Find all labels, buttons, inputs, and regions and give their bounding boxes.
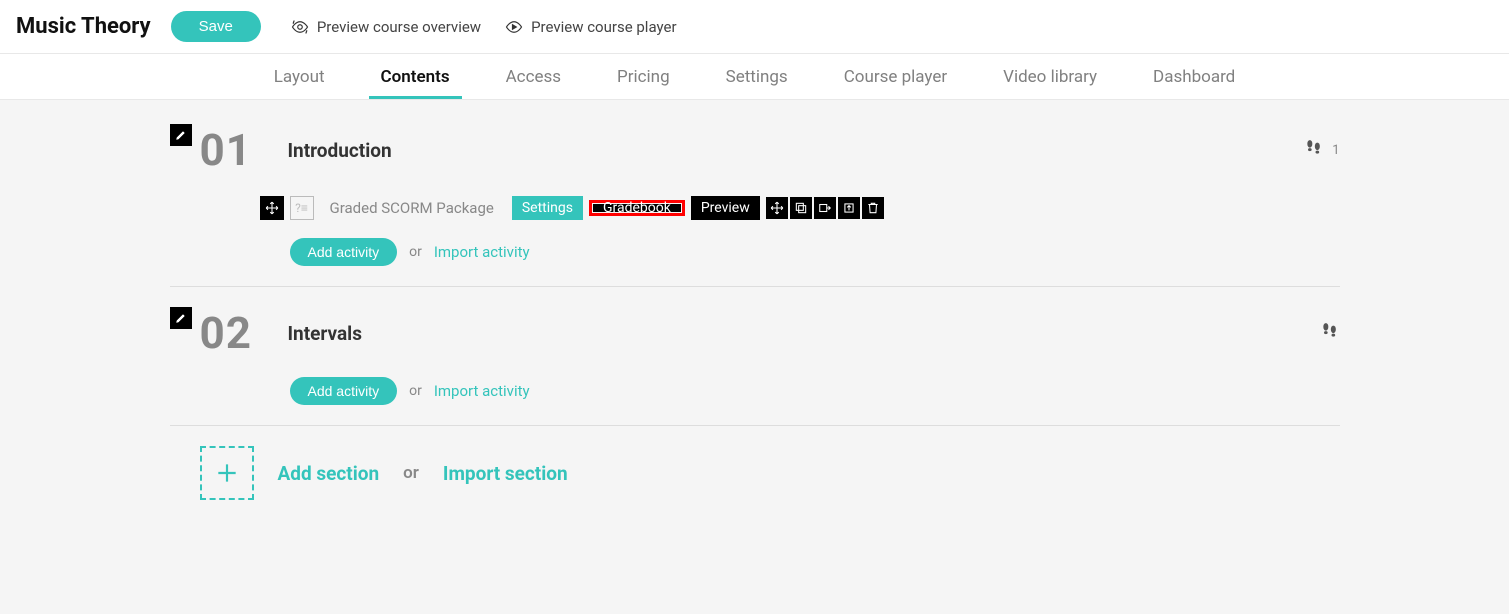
section-02: 02 Intervals Add activity or Import acti… (170, 307, 1340, 426)
course-title: Music Theory (16, 14, 151, 39)
tab-contents[interactable]: Contents (381, 54, 450, 99)
activity-move-button[interactable] (766, 197, 788, 219)
add-activity-button[interactable]: Add activity (290, 377, 398, 405)
activity-icon-buttons (766, 197, 884, 219)
activity-title: Graded SCORM Package (330, 199, 494, 217)
activity-export-button[interactable] (838, 197, 860, 219)
section-title: Intervals (288, 322, 362, 345)
section-title: Introduction (288, 139, 392, 162)
section-meta (1320, 321, 1340, 346)
duplicate-icon (794, 201, 808, 215)
import-activity-link[interactable]: Import activity (434, 243, 530, 261)
preview-overview-icon (291, 18, 309, 36)
preview-course-overview-link[interactable]: Preview course overview (291, 18, 481, 36)
activity-duplicate-button[interactable] (790, 197, 812, 219)
move-icon (265, 201, 279, 215)
or-label: or (409, 383, 422, 399)
section-header: 01 Introduction 1 (170, 124, 1340, 176)
trash-icon (866, 201, 880, 215)
add-section-row: Add section or Import section (200, 446, 1340, 500)
add-section-icon-button[interactable] (200, 446, 254, 500)
copy-to-icon (818, 201, 832, 215)
tab-settings[interactable]: Settings (726, 54, 788, 99)
add-section-link[interactable]: Add section (278, 462, 380, 485)
plus-icon (214, 460, 240, 486)
or-label: or (409, 244, 422, 260)
preview-player-label: Preview course player (531, 18, 676, 36)
preview-overview-label: Preview course overview (317, 18, 481, 36)
tab-access[interactable]: Access (506, 54, 561, 99)
section-number: 01 (200, 124, 270, 176)
section-header: 02 Intervals (170, 307, 1340, 359)
topbar: Music Theory Save Preview course overvie… (0, 0, 1509, 54)
section-01: 01 Introduction 1 ?≡ Graded SCORM Packag… (170, 124, 1340, 287)
import-activity-link[interactable]: Import activity (434, 382, 530, 400)
activity-delete-button[interactable] (862, 197, 884, 219)
preview-course-player-link[interactable]: Preview course player (505, 18, 676, 36)
export-icon (842, 201, 856, 215)
quiz-type-icon: ?≡ (290, 196, 314, 220)
activity-settings-button[interactable]: Settings (512, 196, 583, 220)
pencil-icon (175, 312, 187, 324)
steps-count: 1 (1332, 143, 1339, 158)
footprints-icon (1304, 138, 1324, 163)
edit-section-button[interactable] (170, 124, 192, 146)
move-activity-button[interactable] (260, 196, 284, 220)
activity-copy-to-button[interactable] (814, 197, 836, 219)
section-number: 02 (200, 307, 270, 359)
activity-row: ?≡ Graded SCORM Package Settings Gradebo… (260, 196, 1340, 220)
import-section-link[interactable]: Import section (443, 462, 568, 485)
tab-course-player[interactable]: Course player (844, 54, 947, 99)
section-add-row: Add activity or Import activity (290, 377, 1340, 405)
pencil-icon (175, 129, 187, 141)
section-meta: 1 (1304, 138, 1339, 163)
preview-player-icon (505, 18, 523, 36)
gradebook-highlight: Gradebook (589, 200, 685, 216)
section-add-row: Add activity or Import activity (290, 238, 1340, 266)
tabbar: Layout Contents Access Pricing Settings … (0, 54, 1509, 100)
add-activity-button[interactable]: Add activity (290, 238, 398, 266)
edit-section-button[interactable] (170, 307, 192, 329)
tab-pricing[interactable]: Pricing (617, 54, 670, 99)
footprints-icon (1320, 321, 1340, 346)
tab-video-library[interactable]: Video library (1003, 54, 1097, 99)
activity-gradebook-button[interactable]: Gradebook (593, 204, 681, 212)
activity-preview-button[interactable]: Preview (691, 196, 760, 220)
save-button[interactable]: Save (171, 11, 261, 42)
move-icon (770, 201, 784, 215)
or-label: or (403, 463, 419, 483)
tab-dashboard[interactable]: Dashboard (1153, 54, 1235, 99)
tab-layout[interactable]: Layout (274, 54, 325, 99)
content-area: 01 Introduction 1 ?≡ Graded SCORM Packag… (0, 100, 1509, 614)
